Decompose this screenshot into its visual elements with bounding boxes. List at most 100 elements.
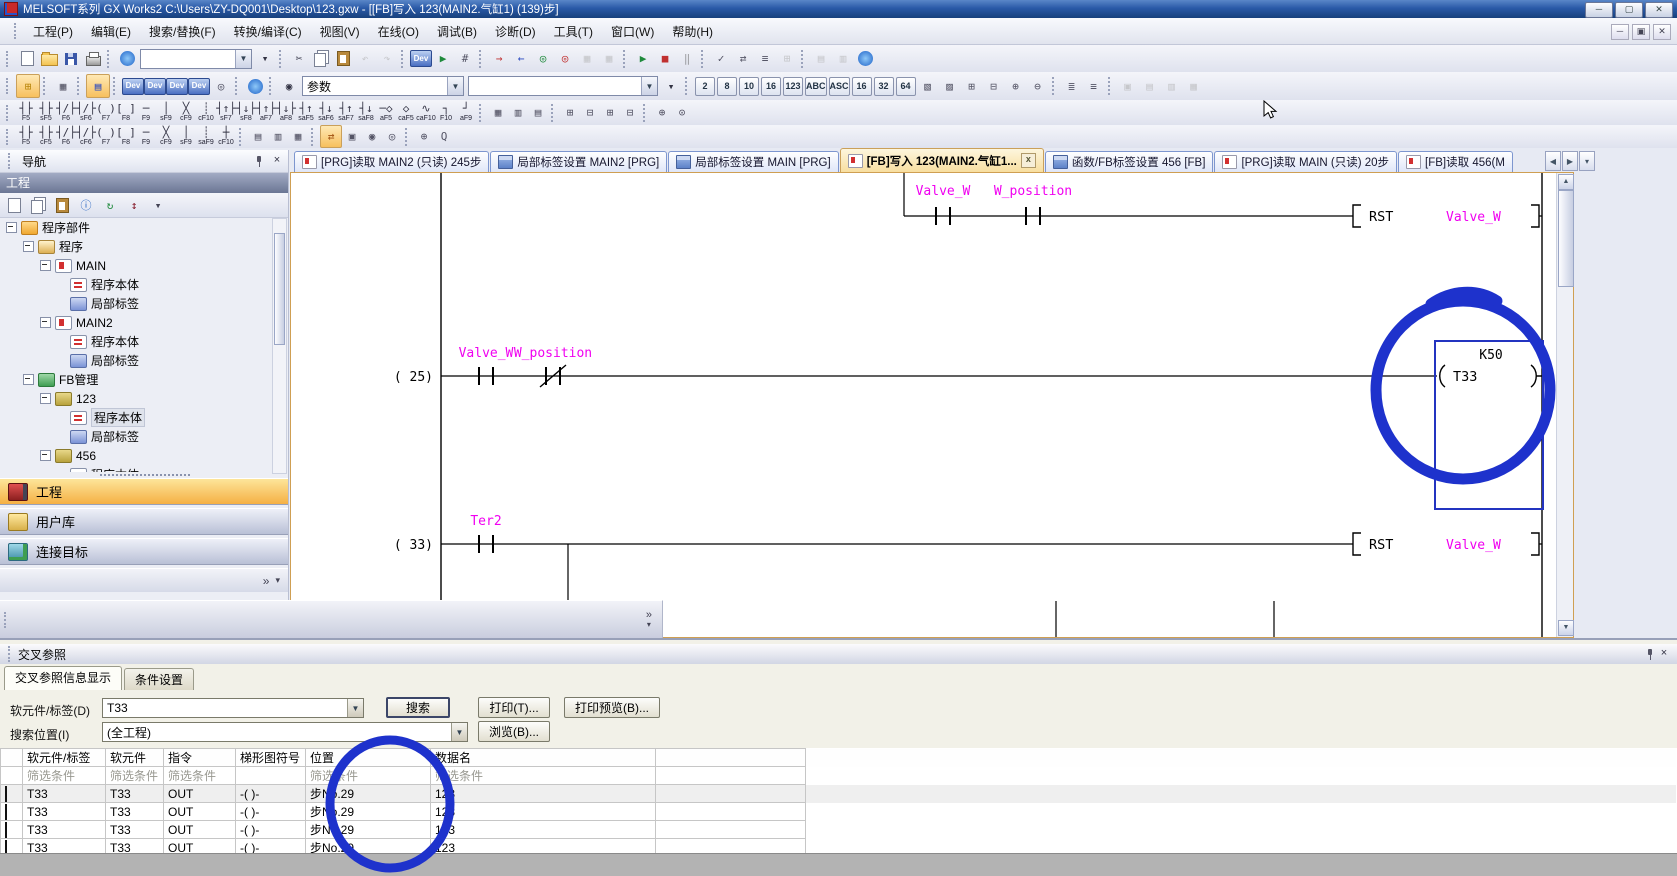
tb1-grip[interactable] [6,51,12,67]
program-check-icon[interactable]: ✓ [710,48,732,70]
table-row[interactable]: T33T33OUT-( )-步No.29123 [1,821,1677,839]
ladder-selection-cursor[interactable] [1435,341,1543,509]
search-button[interactable]: 搜索 [386,697,450,718]
tab-fb-read-456[interactable]: [FB]读取 456(M [1398,151,1513,172]
tree-item-program-expander-icon[interactable] [23,241,34,252]
monitor-read-icon[interactable]: ▦ [598,48,620,70]
layout-save-icon[interactable]: ▦ [1183,75,1205,97]
column-header[interactable] [1,749,23,767]
menu-convert-compile[interactable]: 转换/编译(C) [225,20,311,43]
find-binoculars-icon[interactable]: ◉ [278,75,300,97]
tree-sort-icon[interactable]: ↕ [123,194,145,216]
window-minimize-button[interactable]: ─ [1585,2,1613,18]
scroll-down-icon[interactable]: ▼ [1558,620,1574,636]
crossref-pin-icon[interactable] [1643,647,1657,661]
sidebar-more-icon[interactable]: » [263,574,270,588]
w-application-icon[interactable]: [ ]F8 [116,126,136,147]
insert-column-icon[interactable]: ⊞ [600,102,620,123]
device-display-icon[interactable]: Dev [188,75,210,97]
table-row[interactable]: T33T33OUT-( )-步No.29123 [1,785,1677,803]
parallel-open-contact-icon[interactable]: ┤├sF5 [36,102,56,123]
w-delete-vline-icon[interactable]: ┊saF9 [196,126,216,147]
tb4-grip[interactable] [6,129,12,145]
crossref-tab-info[interactable]: 交叉参照信息显示 [4,666,122,690]
doc-minimize-button[interactable]: ─ [1611,24,1629,40]
device-search-icon[interactable]: ◎ [210,75,232,97]
build-icon[interactable]: ⇄ [732,48,754,70]
sidebar-button-user-library[interactable]: 用户库 [0,508,288,535]
sidebar-more-arrow-icon[interactable]: ▾ [275,575,280,586]
copy-icon[interactable] [310,48,332,70]
invert-result-icon[interactable]: ◇caF5 [396,102,416,123]
rebuild-all-icon[interactable]: ≡ [754,48,776,70]
print-preview-button[interactable]: 打印预览(B)... [564,697,660,718]
column-header[interactable] [656,749,806,767]
tab-scroll-left-icon[interactable]: ◀ [1545,151,1561,171]
search-location-combo[interactable]: (全工程) ▼ [102,722,468,742]
w-parallel-open-icon[interactable]: ┤├cF5 [36,126,56,147]
tree-item-123-local-label[interactable]: 局部标签 [0,427,274,446]
monitor-mode-icon[interactable]: ▤ [528,102,548,123]
menu-edit[interactable]: 编辑(E) [82,20,140,43]
tab-scroll-right-icon[interactable]: ▶ [1562,151,1578,171]
tree-item-main2-body[interactable]: 程序本体 [0,332,274,351]
window-close-button[interactable]: ✕ [1645,2,1673,18]
tb3-grip[interactable] [6,105,12,121]
scroll-up-icon[interactable]: ▲ [1558,174,1574,190]
menu-diagnostics[interactable]: 诊断(D) [486,20,545,43]
dockstrip-more-icon[interactable]: »▾ [646,610,652,630]
tree-item-program[interactable]: 程序 [0,237,274,256]
print-button[interactable]: 打印(T)... [478,697,550,718]
column-header[interactable]: 软元件 [106,749,164,767]
statement-edit-icon[interactable]: ▥ [268,126,288,147]
help-2-icon[interactable] [854,48,876,70]
navigation-window-icon[interactable]: ⊞ [16,74,40,98]
tree-item-main-local-label[interactable]: 局部标签 [0,294,274,313]
column-header[interactable]: 数据名 [431,749,656,767]
browse-button[interactable]: 浏览(B)... [478,721,550,742]
zoom-out-small-icon[interactable]: ⊖ [1027,75,1049,97]
undo-icon[interactable]: ↶ [354,48,376,70]
filter-cell[interactable] [656,767,806,785]
tree-item-456-body[interactable]: 程序本体 [0,465,274,472]
rising-pulse-close-icon[interactable]: ┤↑├aF7 [256,102,276,123]
branch-line-icon[interactable]: ┐F10 [436,102,456,123]
module-configuration-icon[interactable]: ▦ [52,75,74,97]
tab-fb-write-123[interactable]: [FB]写入 123(MAIN2.气缸1...x [840,148,1044,172]
display-bin-icon[interactable]: 2 [695,77,715,96]
menu-view[interactable]: 视图(V) [311,20,369,43]
zoom-in-icon[interactable]: ⊕ [652,102,672,123]
find-string-combo[interactable]: ▼ [468,76,658,96]
comment-edit-icon[interactable]: ▤ [248,126,268,147]
cut-icon[interactable]: ✂ [288,48,310,70]
w-vertical-line-icon[interactable]: │sF9 [176,126,196,147]
tree-sort-arrow-icon[interactable]: ▾ [147,194,169,216]
falling-pulse-icon[interactable]: ┤↓├sF8 [236,102,256,123]
tree-item-main-expander-icon[interactable] [40,260,51,271]
tree-scrollbar[interactable] [272,218,287,474]
tree-item-main2-local-label[interactable]: 局部标签 [0,351,274,370]
tree-info-icon[interactable]: ⓘ [75,194,97,216]
layout-reset-icon[interactable]: ▥ [1161,75,1183,97]
verify-with-plc-icon[interactable]: ◎ [532,48,554,70]
w-open-contact-icon[interactable]: ┤├F5 [16,126,36,147]
tree-paste-icon[interactable] [51,194,73,216]
parallel-falling-close-icon[interactable]: ┤↓saF8 [356,102,376,123]
parallel-rising-pulse-icon[interactable]: ┤↑saF5 [296,102,316,123]
device-comment-icon[interactable]: Dev [410,48,432,70]
falling-pulse-close-icon[interactable]: ┤↓├aF8 [276,102,296,123]
tree-scrollbar-thumb[interactable] [274,233,285,345]
parallel-closed-contact-icon[interactable]: ┤/├sF6 [76,102,96,123]
display-hex-icon[interactable]: 16 [761,77,781,96]
filter-cell[interactable]: 筛选条件 [106,767,164,785]
filter-cell[interactable] [236,767,306,785]
sidebar-button-connection-target[interactable]: 连接目标 [0,538,288,565]
docking-help-icon[interactable]: ▣ [1117,75,1139,97]
work-window-icon[interactable]: ▤ [86,74,110,98]
device-find-icon[interactable]: ◎ [382,126,402,147]
menu-project[interactable]: 工程(P) [24,20,82,43]
find-options-icon[interactable]: ▾ [660,75,682,97]
rising-pulse-icon[interactable]: ┤↑├sF7 [216,102,236,123]
navigation-close-icon[interactable]: × [270,154,284,168]
find-string-combo-arrow-icon[interactable]: ▼ [641,77,657,95]
